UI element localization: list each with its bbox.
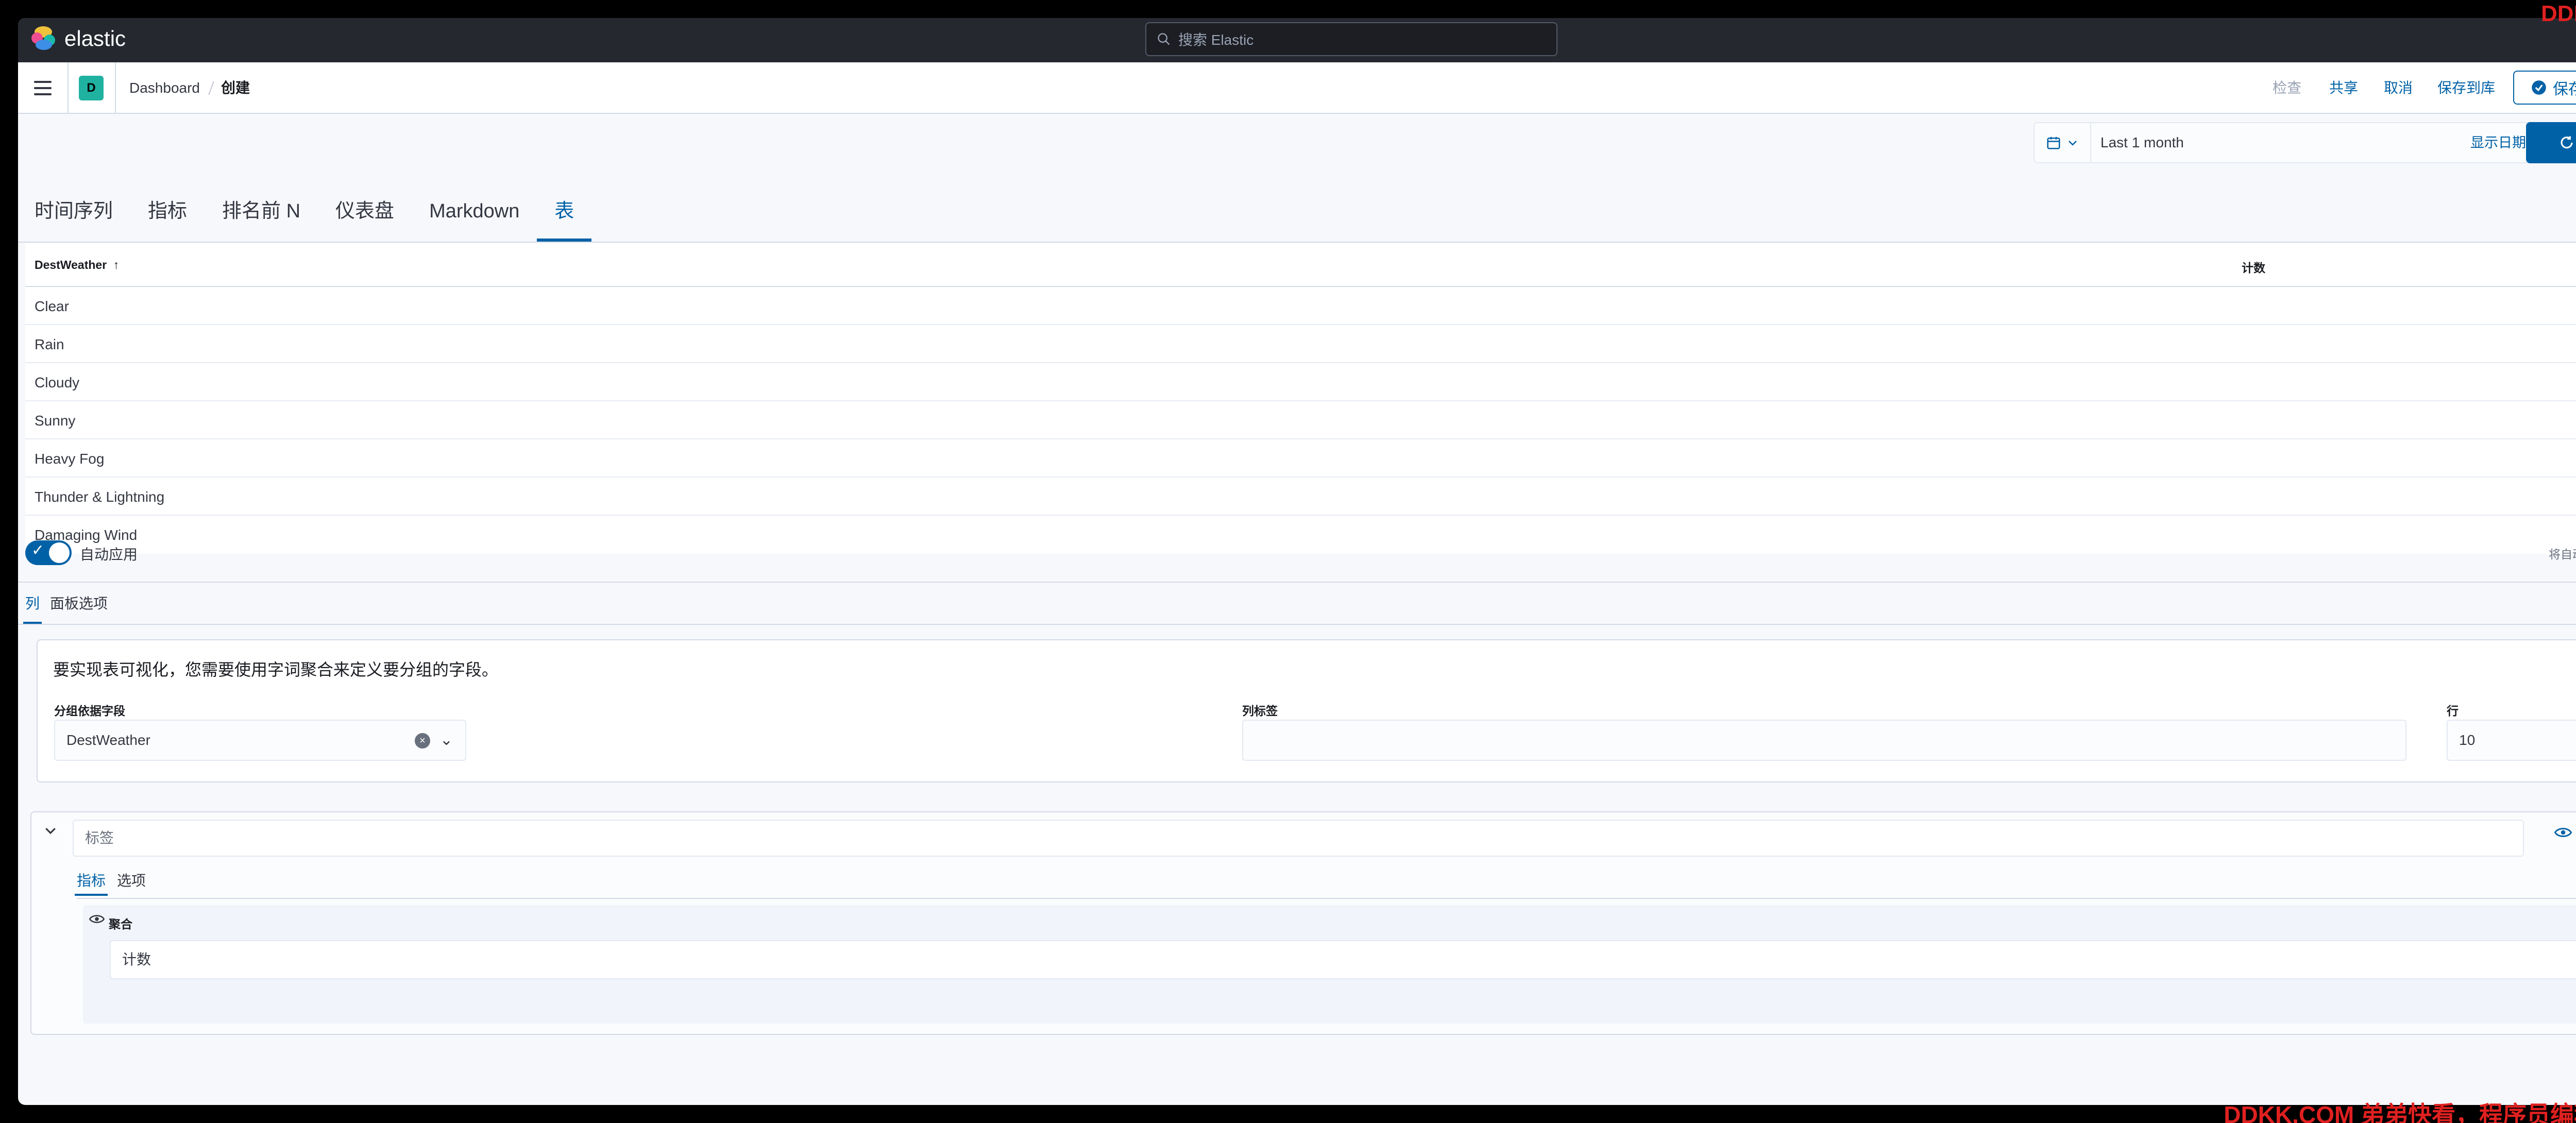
check-circle-icon xyxy=(2532,80,2546,95)
table-row: Damaging Wind235 xyxy=(25,516,2576,554)
config-message: 要实现表可视化，您需要使用字词聚合来定义要分组的字段。 xyxy=(53,660,499,679)
tab-columns[interactable]: 列 xyxy=(23,591,42,624)
breadcrumb-bar: D Dashboard 创建 检查 共享 取消 保存到库 保存并返回 xyxy=(18,62,2576,114)
group-by-select[interactable]: DestWeather × ⌄ xyxy=(54,720,466,761)
sort-ascending-icon: ↑ xyxy=(113,258,120,271)
tab-metric[interactable]: 指标 xyxy=(148,186,187,242)
tab-table[interactable]: 表 xyxy=(537,186,592,242)
table-row: Thunder & Lightning241 xyxy=(25,478,2576,516)
breadcrumb-create: 创建 xyxy=(221,80,250,96)
table-header: DestWeather ↑ 计数 xyxy=(25,243,2576,287)
table-row: Sunny582 xyxy=(25,401,2576,439)
group-by-label: 分组依据字段 xyxy=(54,704,125,718)
editor-tabs: 列 面板选项 xyxy=(23,591,118,624)
global-search-input[interactable]: 搜索 Elastic xyxy=(1145,22,1557,56)
check-icon: ✓ xyxy=(31,542,45,559)
table-row: Rain629 xyxy=(25,325,2576,363)
aggregation-select[interactable]: 计数 xyxy=(110,940,2576,979)
column-header-destweather[interactable]: DestWeather ↑ xyxy=(35,258,119,272)
cell-destweather: Thunder & Lightning xyxy=(35,489,165,505)
space-avatar[interactable]: D xyxy=(79,76,104,100)
app-window: elastic 搜索 Elastic D Dashboard 创建 检查 共享 … xyxy=(18,18,2576,1105)
cancel-link[interactable]: 取消 xyxy=(2384,62,2413,114)
cell-destweather: Clear xyxy=(35,298,69,314)
metric-tabs: 指标 选项 xyxy=(74,868,146,896)
data-table: DestWeather ↑ 计数 Clear631 Rain629 Cloudy… xyxy=(25,243,2576,554)
save-and-return-label: 保存并返回 xyxy=(2553,81,2576,98)
share-link[interactable]: 共享 xyxy=(2329,62,2358,114)
divider xyxy=(115,62,116,113)
aggregation-row: 聚合 计数 xyxy=(83,905,2576,1024)
divider xyxy=(67,62,69,113)
search-placeholder: 搜索 Elastic xyxy=(1178,32,1254,48)
toggle-knob xyxy=(49,542,70,563)
group-by-value: DestWeather xyxy=(66,732,150,748)
auto-apply-note: 将自动应用更改。 xyxy=(2549,548,2576,561)
divider xyxy=(77,898,2576,899)
watermark-bottom: DDKK.COM 弟弟快看，程序员编程资料站 xyxy=(2224,1101,2576,1123)
brand-name: elastic xyxy=(64,26,126,50)
table-config-card: 要实现表可视化，您需要使用字词聚合来定义要分组的字段。 分组依据字段 DestW… xyxy=(37,639,2576,782)
breadcrumb-separator xyxy=(208,81,214,95)
watermark-top: DDKK.COM xyxy=(2541,1,2576,26)
date-picker[interactable]: Last 1 month 显示日期 xyxy=(2033,122,2534,163)
top-nav-bar: elastic 搜索 Elastic xyxy=(18,18,2576,62)
tab-time-series[interactable]: 时间序列 xyxy=(35,186,113,242)
rows-label: 行 xyxy=(2447,704,2459,718)
metric-label-placeholder: 标签 xyxy=(85,830,114,846)
column-header-label: DestWeather xyxy=(35,258,107,271)
cell-destweather: Rain xyxy=(35,336,64,352)
eye-icon[interactable] xyxy=(2552,824,2574,846)
quick-menu-button[interactable] xyxy=(2035,123,2091,162)
elastic-logo-icon xyxy=(30,25,57,52)
save-and-return-button[interactable]: 保存并返回 xyxy=(2513,71,2576,105)
date-range-text[interactable]: Last 1 month xyxy=(2100,123,2184,162)
show-dates-link[interactable]: 显示日期 xyxy=(2470,123,2526,162)
aggregation-value: 计数 xyxy=(122,951,151,967)
breadcrumb-dashboard[interactable]: Dashboard xyxy=(129,62,200,114)
refresh-button[interactable]: 刷新 xyxy=(2526,122,2576,163)
column-header-count[interactable]: 计数 xyxy=(2242,258,2265,276)
table-row: Heavy Fog258 xyxy=(25,439,2576,478)
inspect-link[interactable]: 检查 xyxy=(2273,62,2301,114)
tab-panel-options[interactable]: 面板选项 xyxy=(50,591,108,624)
rows-input[interactable]: 10 xyxy=(2447,720,2576,761)
tab-top-n[interactable]: 排名前 N xyxy=(222,186,300,242)
visualization-type-tabs: 时间序列 指标 排名前 N 仪表盘 Markdown 表 xyxy=(35,186,626,242)
search-icon xyxy=(1158,33,1170,45)
eye-icon[interactable] xyxy=(89,911,105,931)
column-label-input[interactable] xyxy=(1242,720,2406,761)
tab-options[interactable]: 选项 xyxy=(117,868,146,894)
collapse-chevron-icon[interactable] xyxy=(43,823,58,842)
tab-gauge[interactable]: 仪表盘 xyxy=(335,186,394,242)
help-icon[interactable] xyxy=(2573,26,2576,53)
table-row: Clear631 xyxy=(25,287,2576,325)
cell-destweather: Sunny xyxy=(35,413,76,429)
divider xyxy=(18,582,2576,583)
cell-destweather: Heavy Fog xyxy=(35,451,105,467)
divider xyxy=(18,624,2576,625)
hamburger-menu-icon[interactable] xyxy=(28,74,57,103)
auto-apply-label: 自动应用 xyxy=(80,547,138,563)
metric-section: 标签 指标 选项 聚合 计数 xyxy=(30,811,2576,1035)
metric-label-input[interactable]: 标签 xyxy=(73,820,2524,857)
chevron-down-icon: ⌄ xyxy=(439,731,453,748)
cell-destweather: Cloudy xyxy=(35,375,80,390)
calendar-icon xyxy=(2047,137,2060,149)
column-label-label: 列标签 xyxy=(1242,704,1278,718)
aggregation-label: 聚合 xyxy=(109,917,132,931)
auto-apply-toggle[interactable]: ✓ xyxy=(25,540,72,565)
clear-icon[interactable]: × xyxy=(415,733,430,748)
save-to-library-link[interactable]: 保存到库 xyxy=(2437,62,2495,114)
tab-markdown[interactable]: Markdown xyxy=(429,186,519,242)
refresh-icon xyxy=(2561,136,2573,149)
elastic-logo[interactable]: elastic xyxy=(30,25,126,52)
table-row: Cloudy586 xyxy=(25,363,2576,401)
tab-metrics[interactable]: 指标 xyxy=(74,868,108,896)
chevron-down-icon xyxy=(2069,141,2077,146)
